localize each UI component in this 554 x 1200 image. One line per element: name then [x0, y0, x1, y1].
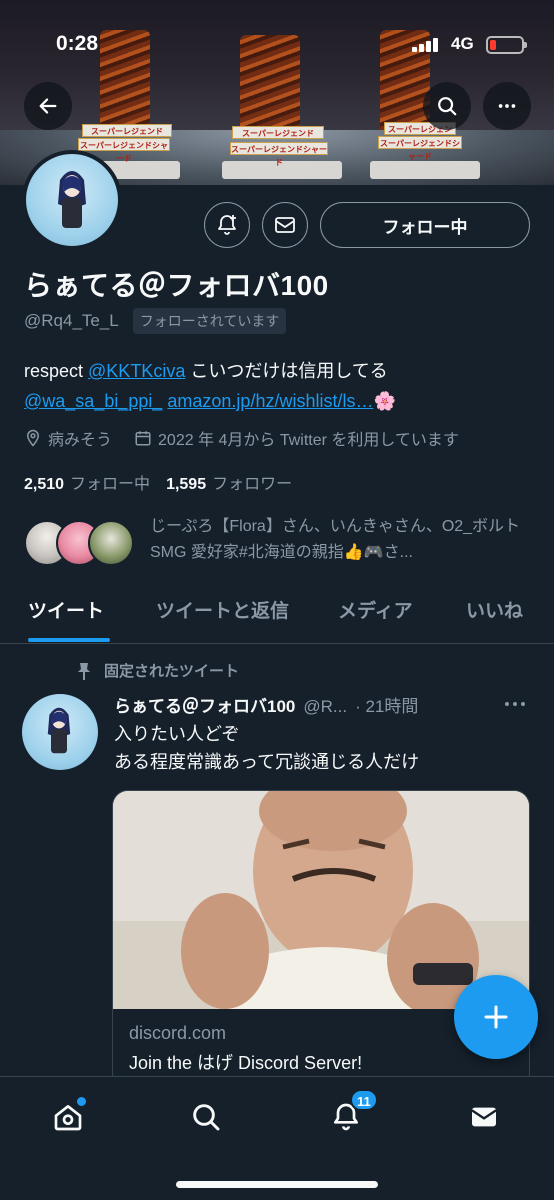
arrow-left-icon [39, 98, 57, 114]
bio-url-link[interactable]: amazon.jp/hz/wishlist/ls… [167, 391, 373, 411]
pin-icon [78, 662, 90, 680]
link-card-title: Join the はげ Discord Server! [129, 1053, 363, 1073]
following-link[interactable]: 2,510 フォロー中 [24, 470, 150, 494]
banner-plate: スーパーレジェンドシャード [230, 142, 328, 167]
follower-avatar [88, 520, 134, 566]
banner-plate: スーパーレジェンド [82, 124, 172, 137]
notify-button[interactable] [204, 202, 250, 248]
profile-tabs: ツイート ツイートと返信 メディア いいね [0, 588, 554, 644]
notification-badge: 11 [350, 1089, 378, 1111]
link-card-image [113, 791, 529, 1009]
tab-tweets[interactable]: ツイート [28, 596, 104, 623]
tab-media[interactable]: メディア [338, 596, 413, 623]
profile-meta: 病みそう 2022 年 4月から Twitter を利用しています [24, 426, 481, 450]
tab-tweets-replies[interactable]: ツイートと返信 [156, 596, 289, 623]
search-button[interactable] [423, 82, 471, 130]
home-unread-dot [77, 1097, 86, 1106]
bio-emoji: 🌸 [373, 391, 396, 411]
calendar-icon [135, 431, 151, 446]
followers-count: 1,595 [166, 476, 207, 493]
more-button[interactable] [483, 82, 531, 130]
following-label: フォロー中 [70, 476, 151, 493]
tweet-text: 入りたい人どぞ ある程度常識あって冗談通じる人だけ [114, 720, 419, 776]
bio-text: こいつだけは信用してる [185, 361, 388, 381]
profile-bio: respect @KKTKciva こいつだけは信用してる @wa_sa_bi_… [24, 356, 534, 416]
banner-plate: スーパーレジェンド [232, 126, 324, 139]
bio-mention-link[interactable]: @KKTKciva [88, 361, 185, 381]
following-count: 2,510 [24, 476, 65, 493]
followed-by-row[interactable]: じーぷろ【Flora】さん、いんきゃさん、O2_ボルト SMG 愛好家#北海道の… [24, 514, 534, 574]
avatar-figure [58, 171, 86, 228]
signal-icon [412, 38, 442, 52]
home-indicator [176, 1181, 378, 1188]
bell-plus-icon [218, 215, 236, 235]
user-handle: @Rq4_Te_L [24, 311, 119, 330]
handle-row: @Rq4_Te_L フォローされています [24, 308, 287, 334]
pinned-label: 固定されたツイート [104, 663, 240, 680]
tweet-author-name[interactable]: らぁてる＠フォロバ100 [114, 692, 295, 717]
joined-item: 2022 年 4月から Twitter を利用しています [134, 426, 459, 450]
joined-text: 2022 年 4月から Twitter を利用しています [158, 432, 459, 449]
follow-stats: 2,510 フォロー中 1,595 フォロワー [24, 470, 292, 494]
message-button[interactable] [262, 202, 308, 248]
banner-plate: スーパーレジェンドシャード [78, 138, 170, 163]
display-name: らぁてる＠フォロバ100 [24, 270, 329, 301]
nav-search[interactable] [186, 1097, 226, 1137]
more-horizontal-icon [505, 702, 525, 706]
profile-avatar[interactable] [22, 150, 122, 250]
followed-by-text: じーぷろ【Flora】さん、いんきゃさん、O2_ボルト SMG 愛好家#北海道の… [150, 518, 521, 561]
bio-mention-link[interactable]: @wa_sa_bi_ppi_ [24, 391, 162, 411]
status-time: 0:28 [56, 32, 99, 55]
battery-icon [486, 36, 527, 54]
banner-pedestal [370, 161, 480, 179]
pinned-label-row: 固定されたツイート [76, 660, 239, 681]
compose-tweet-button[interactable] [454, 975, 538, 1059]
back-button[interactable] [24, 82, 72, 130]
search-icon [193, 1104, 220, 1131]
active-tab-indicator [28, 638, 110, 642]
banner-plate: スーパーレジェンドシャード [378, 136, 462, 161]
followers-label: フォロワー [212, 476, 293, 493]
nav-home[interactable] [48, 1097, 88, 1137]
tweet-text-line: ある程度常識あって冗談通じる人だけ [114, 752, 420, 772]
tweet-more-button[interactable] [504, 696, 526, 714]
nav-notifications[interactable]: 11 [326, 1089, 378, 1137]
more-horizontal-icon [498, 104, 516, 108]
link-card-domain: discord.com [129, 1023, 227, 1043]
status-bar: 0:28 4G [0, 28, 554, 62]
network-type: 4G [451, 34, 474, 53]
tweet-author-handle: @R... [303, 697, 348, 716]
location-item: 病みそう [24, 426, 112, 450]
tweet-header: らぁてる＠フォロバ100 @R... · 21時間 [114, 692, 418, 717]
following-button[interactable]: フォロー中 [320, 202, 530, 248]
location-pin-icon [26, 429, 40, 447]
bottom-nav: 11 [0, 1076, 554, 1200]
tweet-time: · 21時間 [355, 697, 419, 716]
followers-link[interactable]: 1,595 フォロワー [166, 470, 292, 494]
nav-messages[interactable] [464, 1097, 504, 1137]
bio-text: respect [24, 361, 89, 381]
follows-you-badge: フォローされています [132, 308, 287, 334]
location-text: 病みそう [48, 432, 113, 449]
card-photo [113, 791, 529, 1009]
tab-likes[interactable]: いいね [466, 596, 523, 623]
avatar-figure [47, 707, 71, 754]
envelope-icon [471, 1107, 497, 1127]
tweet-avatar[interactable] [22, 694, 98, 770]
envelope-icon [275, 217, 295, 233]
plus-icon [484, 1005, 508, 1029]
tweet-text-line: 入りたい人どぞ [114, 724, 240, 744]
search-icon [438, 97, 457, 116]
